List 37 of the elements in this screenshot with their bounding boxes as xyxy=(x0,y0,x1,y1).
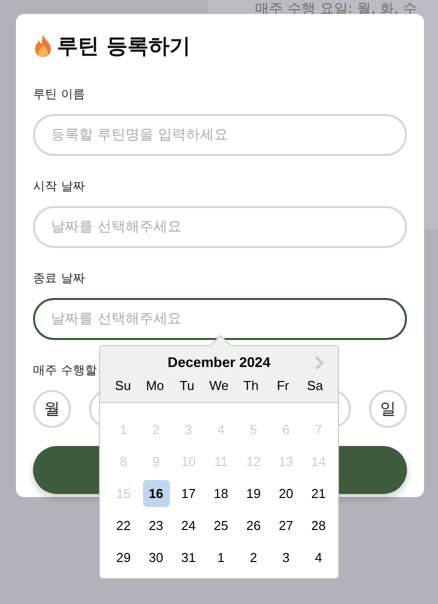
field-label: 시작 날짜 xyxy=(33,178,85,195)
calendar-day[interactable]: 19 xyxy=(240,480,267,507)
calendar-day[interactable]: 31 xyxy=(175,544,202,571)
month-title: December 2024 xyxy=(168,354,270,370)
calendar-day[interactable]: 29 xyxy=(110,544,137,571)
weekday-header: Mo xyxy=(144,378,166,393)
calendar-day[interactable]: 30 xyxy=(142,544,170,571)
weekday-button[interactable]: 일 xyxy=(369,390,407,428)
flame-icon xyxy=(33,34,53,58)
dialog-title: 루틴 등록하기 xyxy=(57,33,190,60)
calendar-day[interactable]: 1 xyxy=(208,544,234,571)
calendar-day[interactable]: 21 xyxy=(305,480,332,507)
weekday-header: Fr xyxy=(276,378,290,393)
calendar-day[interactable]: 28 xyxy=(305,512,332,539)
weekday-header: Th xyxy=(242,378,260,393)
weekday-button[interactable]: 월 xyxy=(33,390,71,428)
weekday-header: Sa xyxy=(306,378,324,393)
field-label: 매주 수행할 xyxy=(33,362,97,379)
calendar-day[interactable]: 18 xyxy=(208,480,234,507)
field-label: 종료 날짜 xyxy=(33,270,85,287)
calendar-day[interactable]: 3 xyxy=(272,544,300,571)
weekday-header: Su xyxy=(114,378,132,393)
calendar-day[interactable]: 2 xyxy=(240,544,267,571)
calendar-day[interactable]: 17 xyxy=(175,480,202,507)
calendar-day[interactable]: 27 xyxy=(272,512,300,539)
calendar-day[interactable]: 20 xyxy=(272,480,300,507)
field-label: 루틴 이름 xyxy=(33,86,85,103)
calendar-day[interactable]: 25 xyxy=(208,512,234,539)
calendar-day[interactable]: 24 xyxy=(175,512,202,539)
calendar-day[interactable]: 26 xyxy=(240,512,267,539)
weekday-header: We xyxy=(208,378,230,393)
input-field[interactable]: 날짜를 선택해주세요 xyxy=(33,298,407,340)
calendar-day[interactable]: 22 xyxy=(110,512,137,539)
weekday-header: Tu xyxy=(178,378,196,393)
calendar-day[interactable]: 23 xyxy=(142,512,170,539)
calendar-day[interactable]: 4 xyxy=(305,544,332,571)
calendar-day[interactable]: 16 xyxy=(142,480,170,507)
